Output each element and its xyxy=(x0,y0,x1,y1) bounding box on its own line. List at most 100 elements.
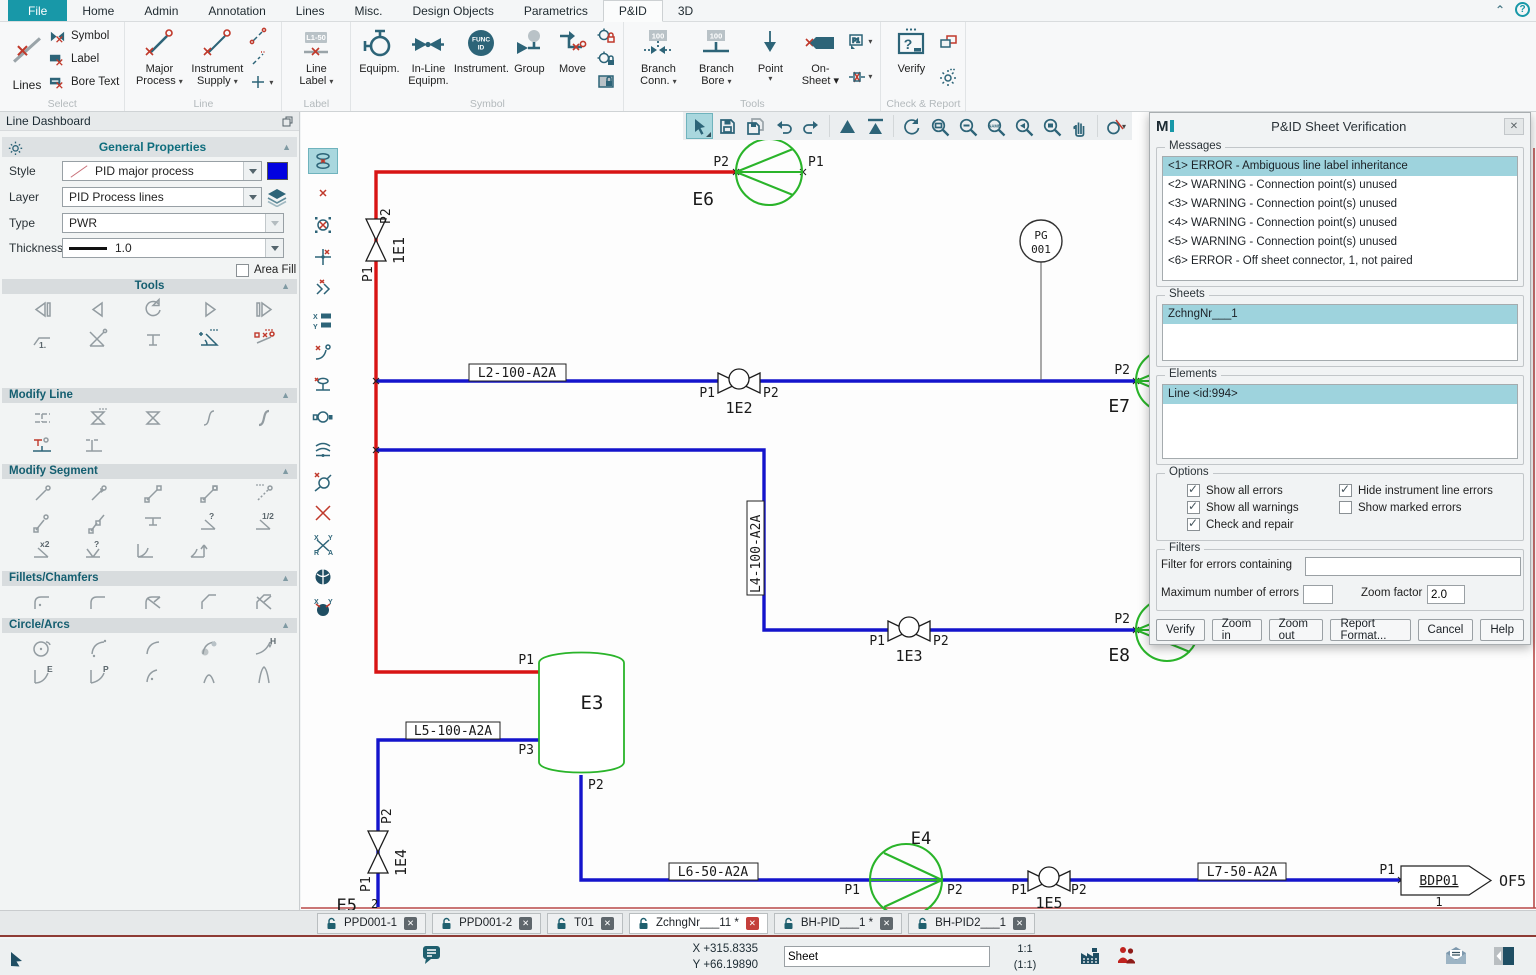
line-label-l7[interactable]: L7-50-A2A xyxy=(1198,863,1286,880)
close-sheet-icon[interactable]: ✕ xyxy=(746,917,759,930)
modify-line-spline-thin-icon[interactable] xyxy=(197,406,222,431)
close-sheet-icon[interactable]: ✕ xyxy=(880,917,893,930)
zoom-named-button[interactable]: NAME xyxy=(982,113,1009,139)
tool-points-line-icon[interactable] xyxy=(252,327,277,352)
on-sheet-button[interactable]: On- Sheet ▾ xyxy=(795,24,845,88)
dialog-title-bar[interactable]: M P&ID Sheet Verification ✕ xyxy=(1150,113,1530,139)
arch-icon[interactable] xyxy=(197,664,222,689)
fillet-icon[interactable] xyxy=(86,590,111,615)
arc-e-icon[interactable]: E xyxy=(30,664,55,689)
zoom-out-button[interactable]: Zoom out xyxy=(1269,619,1324,641)
message-row[interactable]: <3> WARNING - Connection point(s) unused xyxy=(1163,195,1517,214)
valve-1e3[interactable] xyxy=(888,617,930,641)
group-button[interactable]: Group xyxy=(508,24,550,75)
message-row[interactable]: <5> WARNING - Connection point(s) unused xyxy=(1163,233,1517,252)
plant-module-icon[interactable] xyxy=(1078,944,1102,971)
cursor-mode-icon[interactable] xyxy=(8,945,32,972)
circle-center-icon[interactable] xyxy=(30,636,55,661)
replace-symbol-button[interactable] xyxy=(308,212,338,238)
screen-lock-button[interactable] xyxy=(597,73,615,91)
section-symbol-button[interactable] xyxy=(308,148,338,174)
area-fill-checkbox[interactable] xyxy=(236,264,249,277)
label-select-button[interactable]: Label xyxy=(49,49,119,69)
verify-dialog-button[interactable]: Verify xyxy=(1156,619,1205,641)
bend-line-button[interactable] xyxy=(308,340,338,366)
line-label-button[interactable]: L1-50 Line Label ▾ xyxy=(287,24,345,88)
tab-admin[interactable]: Admin xyxy=(129,0,193,21)
point-button[interactable]: Point ▾ xyxy=(745,24,795,84)
fillet-trim-icon[interactable] xyxy=(141,590,166,615)
segment-dashed-move-icon[interactable] xyxy=(252,482,277,507)
modify-line-dim-red-icon[interactable] xyxy=(30,434,55,459)
tab-file[interactable]: File xyxy=(8,0,67,21)
message-row[interactable]: <2> WARNING - Connection point(s) unused xyxy=(1163,176,1517,195)
line-label-l2[interactable]: L2-100-A2A xyxy=(469,364,566,381)
sheet-tab[interactable]: BH-PID___1 * ✕ xyxy=(774,913,902,934)
tools-section-header[interactable]: Tools▲ xyxy=(2,279,297,294)
line-point-button[interactable]: ▾ xyxy=(249,73,273,91)
segment-split-icon[interactable] xyxy=(86,510,111,535)
sheet-tab-active[interactable]: ZchngNr___11 * ✕ xyxy=(629,913,768,934)
loop-snap-button[interactable] xyxy=(308,468,338,494)
tool-corner-1-icon[interactable]: 1. xyxy=(30,327,55,352)
thickness-combo[interactable]: 1.0 xyxy=(62,238,284,258)
segment-move-arrow-icon[interactable] xyxy=(86,482,111,507)
valve-1e4[interactable] xyxy=(368,831,388,873)
line-style-dashed-button[interactable] xyxy=(249,27,273,45)
tab-home[interactable]: Home xyxy=(67,0,129,21)
branch-connection-button[interactable]: 100 Branch Conn. ▾ xyxy=(629,24,687,88)
valve-1e1[interactable] xyxy=(366,219,386,261)
point-label-button[interactable]: P1▾ xyxy=(848,33,872,51)
sheets-list[interactable]: ZchngNr___1 xyxy=(1162,304,1518,361)
major-process-button[interactable]: Major Process ▾ xyxy=(130,24,188,88)
sheet-row[interactable]: ZchngNr___1 xyxy=(1163,305,1517,324)
branch-bore-button[interactable]: 100 Branch Bore ▾ xyxy=(687,24,745,88)
line-label-l5[interactable]: L5-100-A2A xyxy=(406,722,500,739)
segment-corner-angle-icon[interactable] xyxy=(186,538,211,563)
close-sheet-icon[interactable]: ✕ xyxy=(601,917,614,930)
redraw-button[interactable] xyxy=(898,113,925,139)
modify-line-header[interactable]: Modify Line▲ xyxy=(2,388,297,403)
tab-parametrics[interactable]: Parametrics xyxy=(509,0,603,21)
mail-notification-icon[interactable] xyxy=(1444,944,1468,971)
zoom-window-button[interactable] xyxy=(926,113,953,139)
tab-lines[interactable]: Lines xyxy=(281,0,340,21)
help-icon[interactable]: ? xyxy=(1515,2,1530,17)
rotate-symbol-button[interactable] xyxy=(308,404,338,430)
segment-insert-node-icon[interactable] xyxy=(30,510,55,535)
line-label-l4[interactable]: L4-100-A2A xyxy=(747,501,764,595)
collapse-panel-icon[interactable] xyxy=(1492,944,1516,971)
sheet-tab[interactable]: BH-PID2___1 ✕ xyxy=(908,913,1035,934)
equipment-button[interactable]: Equipm. xyxy=(356,24,402,75)
modify-line-trim-icon[interactable] xyxy=(141,406,166,431)
float-panel-icon[interactable] xyxy=(282,116,293,127)
chamfer-trim-icon[interactable] xyxy=(252,590,277,615)
inline-equipment-button[interactable]: In-Line Equipm. xyxy=(402,24,454,88)
modify-segment-header[interactable]: Modify Segment▲ xyxy=(2,464,297,479)
modify-line-extend-icon[interactable] xyxy=(30,406,55,431)
close-sheet-icon[interactable]: ✕ xyxy=(519,917,532,930)
lines-select-button[interactable]: Lines xyxy=(5,24,49,96)
world-view-button[interactable] xyxy=(308,564,338,590)
sheet-tab[interactable]: PPD001-2 ✕ xyxy=(432,913,541,934)
zoom-extents-button[interactable] xyxy=(834,113,861,139)
symbol-lock-2-button[interactable] xyxy=(597,50,615,68)
redo-button[interactable] xyxy=(798,113,825,139)
segment-half-icon[interactable]: 1/2 xyxy=(252,510,277,535)
move-button[interactable]: Move xyxy=(550,24,594,75)
pump-e6[interactable] xyxy=(736,139,803,205)
general-properties-header[interactable]: General Properties ▲ xyxy=(2,137,297,157)
layers-icon[interactable] xyxy=(266,187,288,207)
zoom-out-button[interactable] xyxy=(954,113,981,139)
valve-1e5[interactable] xyxy=(1028,867,1070,891)
collaboration-users-icon[interactable] xyxy=(1115,944,1139,971)
tab-pid[interactable]: P&ID xyxy=(603,0,663,22)
collapse-ribbon-icon[interactable]: ⌃ xyxy=(1495,3,1505,17)
zoom-in-button[interactable]: Zoom in xyxy=(1212,619,1262,641)
hide-instrument-line-errors-checkbox[interactable] xyxy=(1339,484,1352,497)
segment-query2-icon[interactable]: ? xyxy=(82,538,107,563)
arc-p-icon[interactable]: P xyxy=(86,664,111,689)
help-button[interactable]: Help xyxy=(1480,619,1524,641)
zoom-previous-button[interactable] xyxy=(1010,113,1037,139)
instrument-bubble-pg001[interactable]: PG 001 xyxy=(1020,220,1062,262)
